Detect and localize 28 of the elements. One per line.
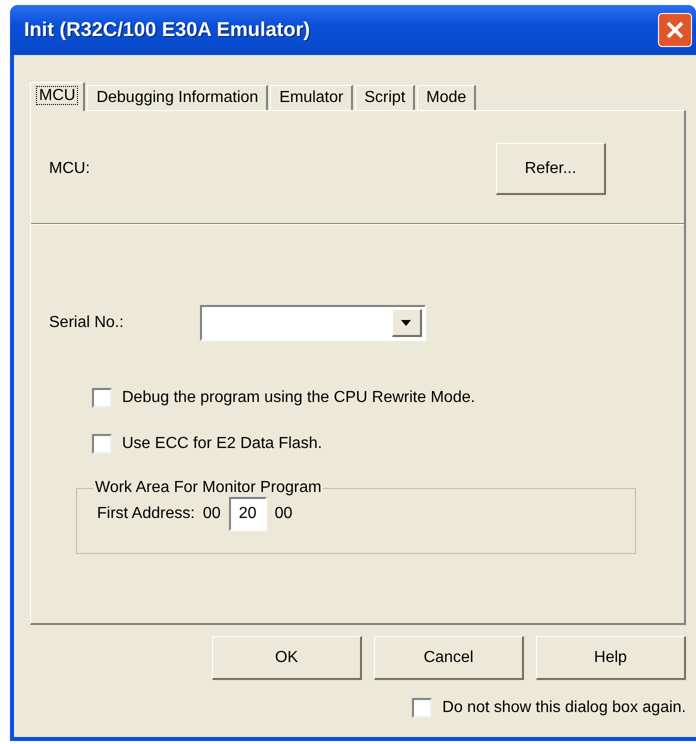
address-label: First Address: [97, 505, 195, 523]
option-label: Use ECC for E2 Data Flash. [122, 435, 322, 453]
tab[interactable]: Script [355, 85, 416, 110]
address-prefix: 00 [202, 505, 221, 523]
checkbox[interactable] [412, 698, 432, 718]
checkbox[interactable] [92, 434, 112, 454]
close-button[interactable] [658, 13, 692, 47]
dropdown-button[interactable] [392, 309, 422, 337]
close-icon [664, 19, 686, 41]
address-field[interactable]: 20 [228, 497, 267, 531]
tab[interactable]: Mode [417, 85, 476, 110]
option-label: Debug the program using the CPU Rewrite Mode. [122, 389, 476, 407]
tab[interactable]: Emulator [270, 85, 354, 110]
dialog-button[interactable]: OK [212, 636, 362, 680]
dialog-button[interactable]: Help [536, 636, 686, 680]
serial-label: Serial No.: [49, 314, 124, 332]
tab[interactable]: Debugging Information [87, 85, 268, 110]
tab[interactable]: MCU [30, 82, 86, 111]
window-title: Init (R32C/100 E30A Emulator) [24, 18, 310, 42]
serial-dropdown[interactable] [200, 305, 426, 341]
caret-icon [401, 320, 412, 326]
mcu-label: MCU: [49, 160, 90, 178]
checkbox-label: Do not show this dialog box again. [442, 699, 686, 717]
address-suffix: 00 [274, 505, 292, 523]
checkbox[interactable] [92, 388, 112, 408]
group-title: Work Area For Monitor Program [94, 479, 322, 497]
refer-button[interactable]: Refer... [496, 143, 606, 195]
dialog-button[interactable]: Cancel [374, 636, 524, 680]
